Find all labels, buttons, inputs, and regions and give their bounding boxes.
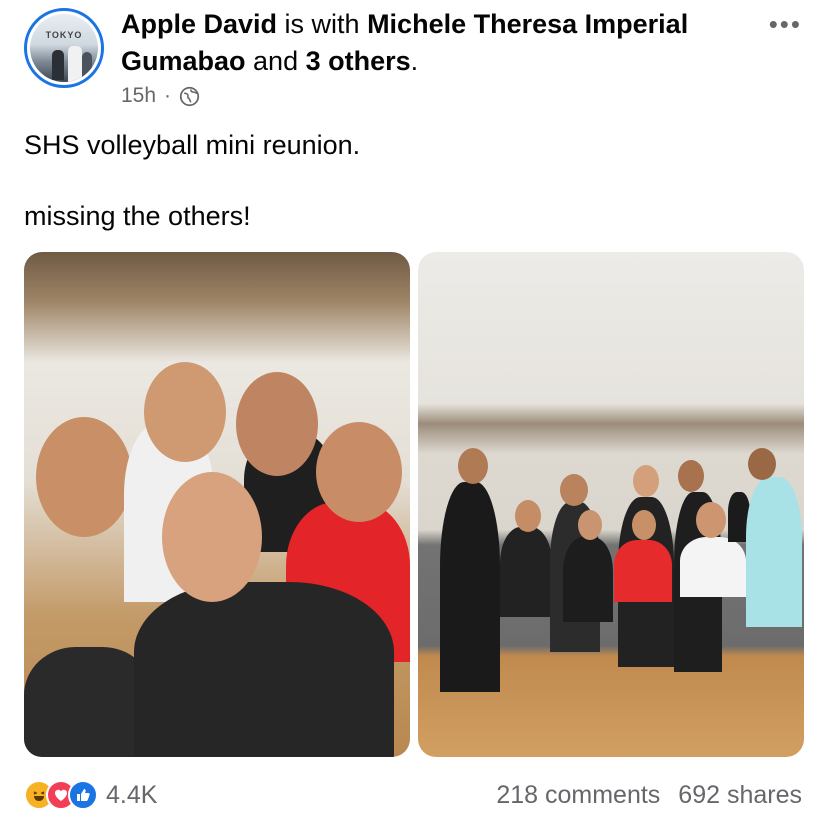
person-face [236,372,318,476]
reaction-count: 4.4K [106,780,158,809]
with-text: is with [277,9,368,39]
post-text-line: SHS volleyball mini reunion. [24,130,361,160]
person-figure [563,537,613,622]
post-text-line: missing the others! [24,201,251,231]
and-text: and [245,46,306,76]
person-face [316,422,402,522]
avatar-sign-text: TOKYO [45,30,83,40]
post-meta: 15h · [121,84,200,108]
post-body: SHS volleyball mini reunion. missing the… [24,128,360,234]
person-figure [680,537,746,597]
engagement-stats: 218 comments 692 shares [496,781,802,810]
person-face [632,510,656,540]
person-face [578,510,602,540]
person-figure [746,477,802,627]
person-face [633,465,659,497]
person-figure [134,582,394,757]
person-figure [614,540,672,602]
globe-icon[interactable] [179,86,200,107]
like-icon [68,780,98,810]
person-figure [500,527,552,617]
post-header: Apple David is with Michele Theresa Impe… [121,6,721,80]
person-face [515,500,541,532]
person-face [696,502,726,538]
person-face [678,460,704,492]
person-face [560,474,588,506]
person-face [36,417,132,537]
post-photo-selfie[interactable] [24,252,410,757]
period-text: . [410,46,419,76]
person-face [144,362,226,462]
reactions-summary[interactable]: 4.4K [24,780,157,810]
avatar-figure [52,50,64,80]
more-options-icon[interactable]: ••• [769,11,802,37]
person-face [458,448,488,484]
avatar-figure [68,46,82,82]
person-face [748,448,776,480]
avatar-photo: TOKYO [30,14,98,82]
person-face [162,472,262,602]
author-name-link[interactable]: Apple David [121,9,277,39]
post-photo-team[interactable] [418,252,804,757]
avatar-figure [82,52,92,80]
others-link[interactable]: 3 others [306,46,411,76]
post-timestamp[interactable]: 15h [121,84,156,108]
shares-count-link[interactable]: 692 shares [678,781,802,810]
meta-separator: · [164,84,172,107]
person-figure [440,482,500,692]
comments-count-link[interactable]: 218 comments [496,781,660,810]
author-avatar[interactable]: TOKYO [24,8,104,88]
